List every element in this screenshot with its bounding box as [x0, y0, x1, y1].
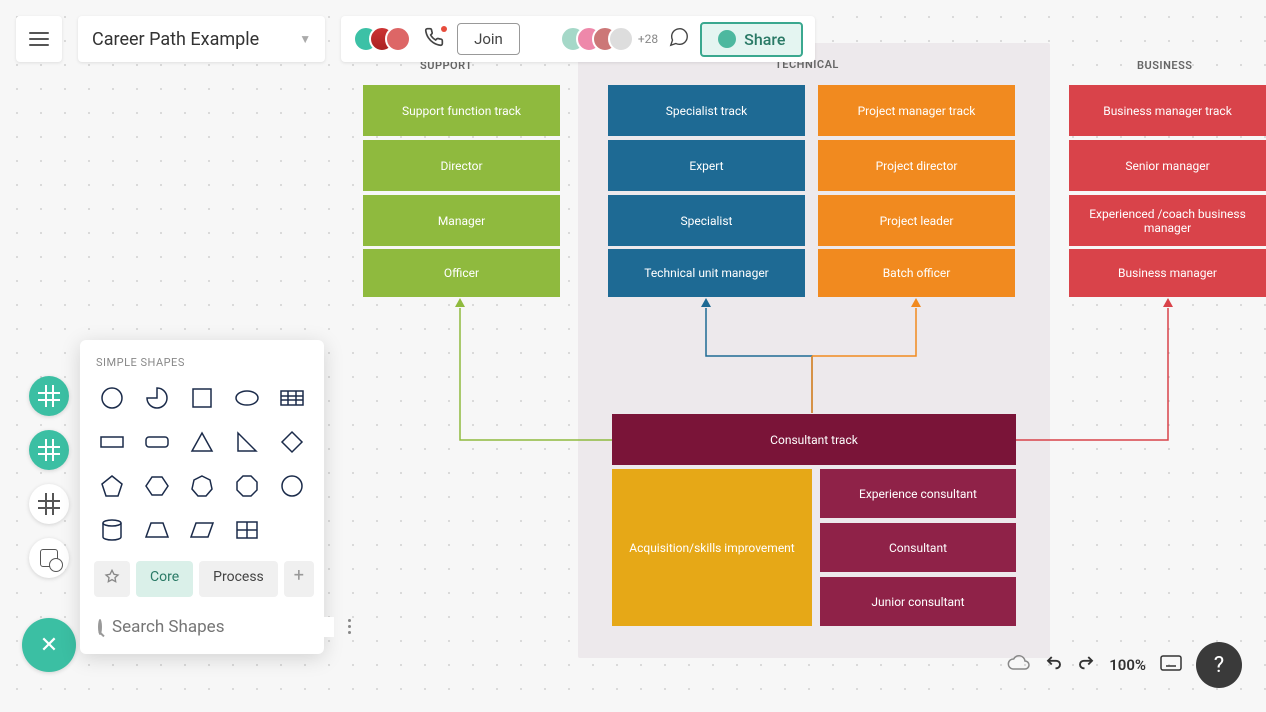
- chevron-down-icon: ▼: [299, 32, 311, 46]
- close-icon: ✕: [40, 633, 58, 658]
- arrow-business: [1163, 298, 1173, 307]
- plus-icon: +: [294, 565, 304, 586]
- pin-icon: [104, 569, 120, 585]
- collaboration-toolbar: Join +28 Share: [341, 16, 815, 62]
- arrow-tech-right: [911, 298, 921, 307]
- frame-tool-2[interactable]: [29, 430, 69, 470]
- comment-button[interactable]: [668, 26, 690, 52]
- arrow-tech-left: [701, 298, 711, 307]
- shape-hexagon[interactable]: [139, 469, 176, 503]
- hamburger-icon: [29, 32, 49, 46]
- core-tab[interactable]: Core: [136, 561, 193, 597]
- chat-bubble-icon: [668, 26, 690, 48]
- avatar[interactable]: [385, 26, 411, 52]
- arrow-support: [455, 298, 465, 307]
- document-title-dropdown[interactable]: Career Path Example ▼: [78, 16, 325, 62]
- shapes-search-row: [90, 611, 314, 642]
- shape-circle[interactable]: [94, 381, 131, 415]
- top-toolbar: Career Path Example ▼ Join +28 Sh: [16, 16, 1266, 62]
- shape-octagon[interactable]: [228, 469, 265, 503]
- avatar[interactable]: [608, 26, 634, 52]
- redo-button[interactable]: [1077, 654, 1095, 676]
- shape-parallelogram[interactable]: [184, 513, 221, 547]
- bottom-toolbar: 100% ?: [1007, 642, 1242, 688]
- shape-right-triangle[interactable]: [228, 425, 265, 459]
- shapes-icon: [40, 549, 58, 567]
- join-button[interactable]: Join: [457, 23, 520, 55]
- pin-tab[interactable]: [94, 561, 130, 597]
- shapes-grid: [90, 381, 314, 547]
- shape-heptagon[interactable]: [184, 469, 221, 503]
- frame-icon: [40, 441, 58, 459]
- share-button[interactable]: Share: [700, 22, 803, 57]
- shapes-search-input[interactable]: [112, 617, 334, 637]
- collaborator-count[interactable]: +28: [638, 32, 658, 46]
- undo-button[interactable]: [1045, 654, 1063, 676]
- shape-arc[interactable]: [139, 381, 176, 415]
- redo-icon: [1077, 654, 1095, 672]
- shape-rounded-rect[interactable]: [139, 425, 176, 459]
- help-button[interactable]: ?: [1196, 642, 1242, 688]
- call-button[interactable]: [421, 26, 447, 52]
- shape-cylinder[interactable]: [94, 513, 131, 547]
- frame-icon: [40, 495, 58, 513]
- keyboard-icon: [1160, 655, 1182, 671]
- frame-tool-3[interactable]: [29, 484, 69, 524]
- document-title: Career Path Example: [92, 29, 259, 50]
- notification-dot-icon: [441, 26, 447, 32]
- shape-empty: [273, 513, 310, 547]
- frame-icon: [40, 387, 58, 405]
- close-panel-button[interactable]: ✕: [22, 618, 76, 672]
- shape-square[interactable]: [184, 381, 221, 415]
- shape-trapezoid[interactable]: [139, 513, 176, 547]
- main-menu-button[interactable]: [16, 16, 62, 62]
- process-tab[interactable]: Process: [199, 561, 278, 597]
- shape-ellipse[interactable]: [228, 381, 265, 415]
- globe-icon: [718, 30, 736, 48]
- cloud-sync-button[interactable]: [1007, 651, 1031, 679]
- cloud-icon: [1007, 651, 1031, 675]
- help-icon: ?: [1214, 653, 1224, 678]
- add-library-tab[interactable]: +: [284, 561, 314, 597]
- frame-tool-1[interactable]: [29, 376, 69, 416]
- shape-diamond[interactable]: [273, 425, 310, 459]
- shape-grid-small[interactable]: [228, 513, 265, 547]
- zoom-level[interactable]: 100%: [1109, 656, 1146, 674]
- keyboard-shortcuts-button[interactable]: [1160, 655, 1182, 675]
- shape-rectangle[interactable]: [94, 425, 131, 459]
- shape-library-tabs: Core Process +: [90, 561, 314, 597]
- shape-table-grid[interactable]: [273, 381, 310, 415]
- shape-triangle[interactable]: [184, 425, 221, 459]
- share-label: Share: [744, 30, 785, 49]
- undo-icon: [1045, 654, 1063, 672]
- shape-pentagon[interactable]: [94, 469, 131, 503]
- shapes-panel-heading: SIMPLE SHAPES: [90, 356, 314, 369]
- shapes-panel: SIMPLE SHAPES Core Process +: [80, 340, 324, 654]
- search-icon: [98, 619, 102, 635]
- more-options-button[interactable]: [344, 615, 355, 638]
- left-toolbar: ✕: [22, 376, 76, 672]
- shapes-tool[interactable]: [29, 538, 69, 578]
- shape-decagon[interactable]: [273, 469, 310, 503]
